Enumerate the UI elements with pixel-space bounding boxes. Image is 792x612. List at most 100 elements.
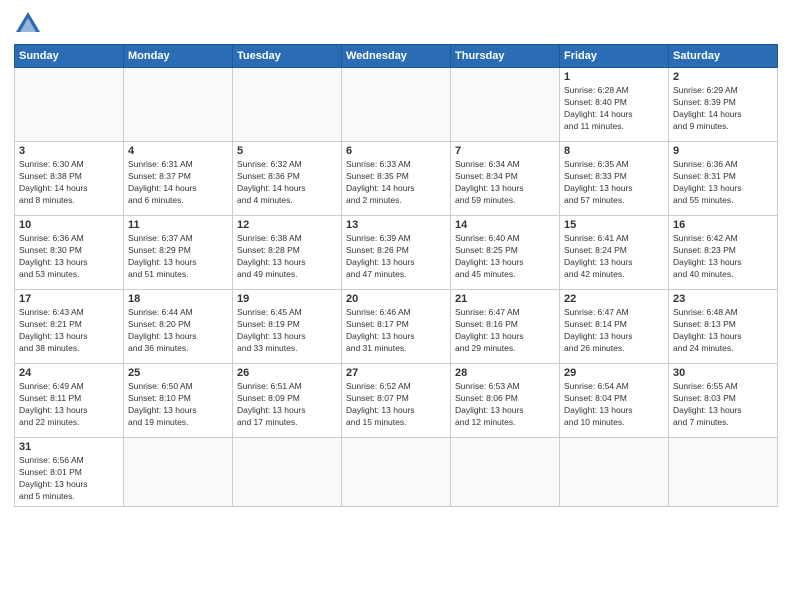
weekday-header-row: Sunday Monday Tuesday Wednesday Thursday…: [15, 45, 778, 68]
day-info: Sunrise: 6:47 AM Sunset: 8:14 PM Dayligh…: [564, 307, 664, 355]
day-number: 25: [128, 367, 228, 379]
day-number: 16: [673, 219, 773, 231]
header-sunday: Sunday: [15, 45, 124, 68]
calendar-cell: 23Sunrise: 6:48 AM Sunset: 8:13 PM Dayli…: [669, 290, 778, 364]
calendar-cell: 11Sunrise: 6:37 AM Sunset: 8:29 PM Dayli…: [124, 216, 233, 290]
calendar-cell: [124, 438, 233, 507]
header-thursday: Thursday: [451, 45, 560, 68]
day-number: 18: [128, 293, 228, 305]
day-info: Sunrise: 6:31 AM Sunset: 8:37 PM Dayligh…: [128, 159, 228, 207]
day-info: Sunrise: 6:38 AM Sunset: 8:28 PM Dayligh…: [237, 233, 337, 281]
day-info: Sunrise: 6:51 AM Sunset: 8:09 PM Dayligh…: [237, 381, 337, 429]
day-number: 24: [19, 367, 119, 379]
calendar-cell: 10 Sunrise: 6:36 AM Sunset: 8:30 PM Dayli…: [15, 216, 124, 290]
calendar-cell: [233, 68, 342, 142]
day-info: Sunrise: 6:36 AM Sunset: 8:31 PM Dayligh…: [673, 159, 773, 207]
day-number: 31: [19, 441, 119, 453]
day-info: Sunrise: 6:28 AM Sunset: 8:40 PM Dayligh…: [564, 85, 664, 133]
day-number: 7: [455, 145, 555, 157]
day-number: 12: [237, 219, 337, 231]
header-monday: Monday: [124, 45, 233, 68]
day-number: 28: [455, 367, 555, 379]
calendar-cell: 26 Sunrise: 6:51 AM Sunset: 8:09 PM Dayli…: [233, 364, 342, 438]
calendar-cell: 12 Sunrise: 6:38 AM Sunset: 8:28 PM Dayli…: [233, 216, 342, 290]
calendar-cell: 29 Sunrise: 6:54 AM Sunset: 8:04 PM Dayli…: [560, 364, 669, 438]
day-info: Sunrise: 6:49 AM Sunset: 8:11 PM Dayligh…: [19, 381, 119, 429]
calendar-cell: 30Sunrise: 6:55 AM Sunset: 8:03 PM Dayli…: [669, 364, 778, 438]
calendar-cell: 20Sunrise: 6:46 AM Sunset: 8:17 PM Dayli…: [342, 290, 451, 364]
day-number: 6: [346, 145, 446, 157]
day-info: Sunrise: 6:54 AM Sunset: 8:04 PM Dayligh…: [564, 381, 664, 429]
day-info: Sunrise: 6:56 AM Sunset: 8:01 PM Dayligh…: [19, 455, 119, 503]
calendar-cell: [233, 438, 342, 507]
calendar-cell: [669, 438, 778, 507]
day-number: 29: [564, 367, 664, 379]
day-info: Sunrise: 6:53 AM Sunset: 8:06 PM Dayligh…: [455, 381, 555, 429]
day-number: 5: [237, 145, 337, 157]
day-number: 14: [455, 219, 555, 231]
calendar-cell: 22 Sunrise: 6:47 AM Sunset: 8:14 PM Dayli…: [560, 290, 669, 364]
calendar-cell: 15 Sunrise: 6:41 AM Sunset: 8:24 PM Dayli…: [560, 216, 669, 290]
logo-icon: [14, 10, 42, 38]
header-wednesday: Wednesday: [342, 45, 451, 68]
calendar-cell: 14 Sunrise: 6:40 AM Sunset: 8:25 PM Dayli…: [451, 216, 560, 290]
calendar-cell: 9 Sunrise: 6:36 AM Sunset: 8:31 PM Daylig…: [669, 142, 778, 216]
header: [14, 10, 778, 38]
calendar-cell: 8 Sunrise: 6:35 AM Sunset: 8:33 PM Daylig…: [560, 142, 669, 216]
calendar-cell: [451, 68, 560, 142]
calendar-cell: 28 Sunrise: 6:53 AM Sunset: 8:06 PM Dayli…: [451, 364, 560, 438]
calendar-cell: 5 Sunrise: 6:32 AM Sunset: 8:36 PM Daylig…: [233, 142, 342, 216]
day-info: Sunrise: 6:37 AM Sunset: 8:29 PM Dayligh…: [128, 233, 228, 281]
day-number: 15: [564, 219, 664, 231]
day-info: Sunrise: 6:46 AM Sunset: 8:17 PM Dayligh…: [346, 307, 446, 355]
calendar-table: Sunday Monday Tuesday Wednesday Thursday…: [14, 44, 778, 507]
calendar-cell: 6 Sunrise: 6:33 AM Sunset: 8:35 PM Daylig…: [342, 142, 451, 216]
day-number: 26: [237, 367, 337, 379]
day-number: 2: [673, 71, 773, 83]
calendar-cell: 25Sunrise: 6:50 AM Sunset: 8:10 PM Dayli…: [124, 364, 233, 438]
calendar-cell: [342, 68, 451, 142]
day-info: Sunrise: 6:36 AM Sunset: 8:30 PM Dayligh…: [19, 233, 119, 281]
calendar-cell: 24 Sunrise: 6:49 AM Sunset: 8:11 PM Dayli…: [15, 364, 124, 438]
calendar-cell: 16 Sunrise: 6:42 AM Sunset: 8:23 PM Dayli…: [669, 216, 778, 290]
day-info: Sunrise: 6:47 AM Sunset: 8:16 PM Dayligh…: [455, 307, 555, 355]
day-number: 17: [19, 293, 119, 305]
day-info: Sunrise: 6:45 AM Sunset: 8:19 PM Dayligh…: [237, 307, 337, 355]
calendar-cell: [451, 438, 560, 507]
day-number: 27: [346, 367, 446, 379]
calendar-cell: 7 Sunrise: 6:34 AM Sunset: 8:34 PM Daylig…: [451, 142, 560, 216]
day-number: 3: [19, 145, 119, 157]
calendar-cell: 18 Sunrise: 6:44 AM Sunset: 8:20 PM Dayli…: [124, 290, 233, 364]
day-number: 1: [564, 71, 664, 83]
day-info: Sunrise: 6:29 AM Sunset: 8:39 PM Dayligh…: [673, 85, 773, 133]
day-info: Sunrise: 6:48 AM Sunset: 8:13 PM Dayligh…: [673, 307, 773, 355]
day-info: Sunrise: 6:42 AM Sunset: 8:23 PM Dayligh…: [673, 233, 773, 281]
calendar-cell: 13Sunrise: 6:39 AM Sunset: 8:26 PM Dayli…: [342, 216, 451, 290]
day-number: 4: [128, 145, 228, 157]
calendar-cell: [124, 68, 233, 142]
day-info: Sunrise: 6:41 AM Sunset: 8:24 PM Dayligh…: [564, 233, 664, 281]
calendar-cell: 3Sunrise: 6:30 AM Sunset: 8:38 PM Daylig…: [15, 142, 124, 216]
header-friday: Friday: [560, 45, 669, 68]
day-number: 10: [19, 219, 119, 231]
day-info: Sunrise: 6:44 AM Sunset: 8:20 PM Dayligh…: [128, 307, 228, 355]
day-info: Sunrise: 6:52 AM Sunset: 8:07 PM Dayligh…: [346, 381, 446, 429]
day-number: 22: [564, 293, 664, 305]
calendar-cell: 27 Sunrise: 6:52 AM Sunset: 8:07 PM Dayli…: [342, 364, 451, 438]
day-number: 9: [673, 145, 773, 157]
logo: [14, 10, 46, 38]
day-info: Sunrise: 6:32 AM Sunset: 8:36 PM Dayligh…: [237, 159, 337, 207]
day-info: Sunrise: 6:34 AM Sunset: 8:34 PM Dayligh…: [455, 159, 555, 207]
day-number: 30: [673, 367, 773, 379]
day-info: Sunrise: 6:33 AM Sunset: 8:35 PM Dayligh…: [346, 159, 446, 207]
day-number: 21: [455, 293, 555, 305]
calendar-cell: 19Sunrise: 6:45 AM Sunset: 8:19 PM Dayli…: [233, 290, 342, 364]
calendar-cell: 2 Sunrise: 6:29 AM Sunset: 8:39 PM Daylig…: [669, 68, 778, 142]
calendar-cell: 4 Sunrise: 6:31 AM Sunset: 8:37 PM Daylig…: [124, 142, 233, 216]
header-tuesday: Tuesday: [233, 45, 342, 68]
day-info: Sunrise: 6:40 AM Sunset: 8:25 PM Dayligh…: [455, 233, 555, 281]
day-number: 8: [564, 145, 664, 157]
calendar-cell: [560, 438, 669, 507]
calendar-cell: [15, 68, 124, 142]
day-info: Sunrise: 6:35 AM Sunset: 8:33 PM Dayligh…: [564, 159, 664, 207]
